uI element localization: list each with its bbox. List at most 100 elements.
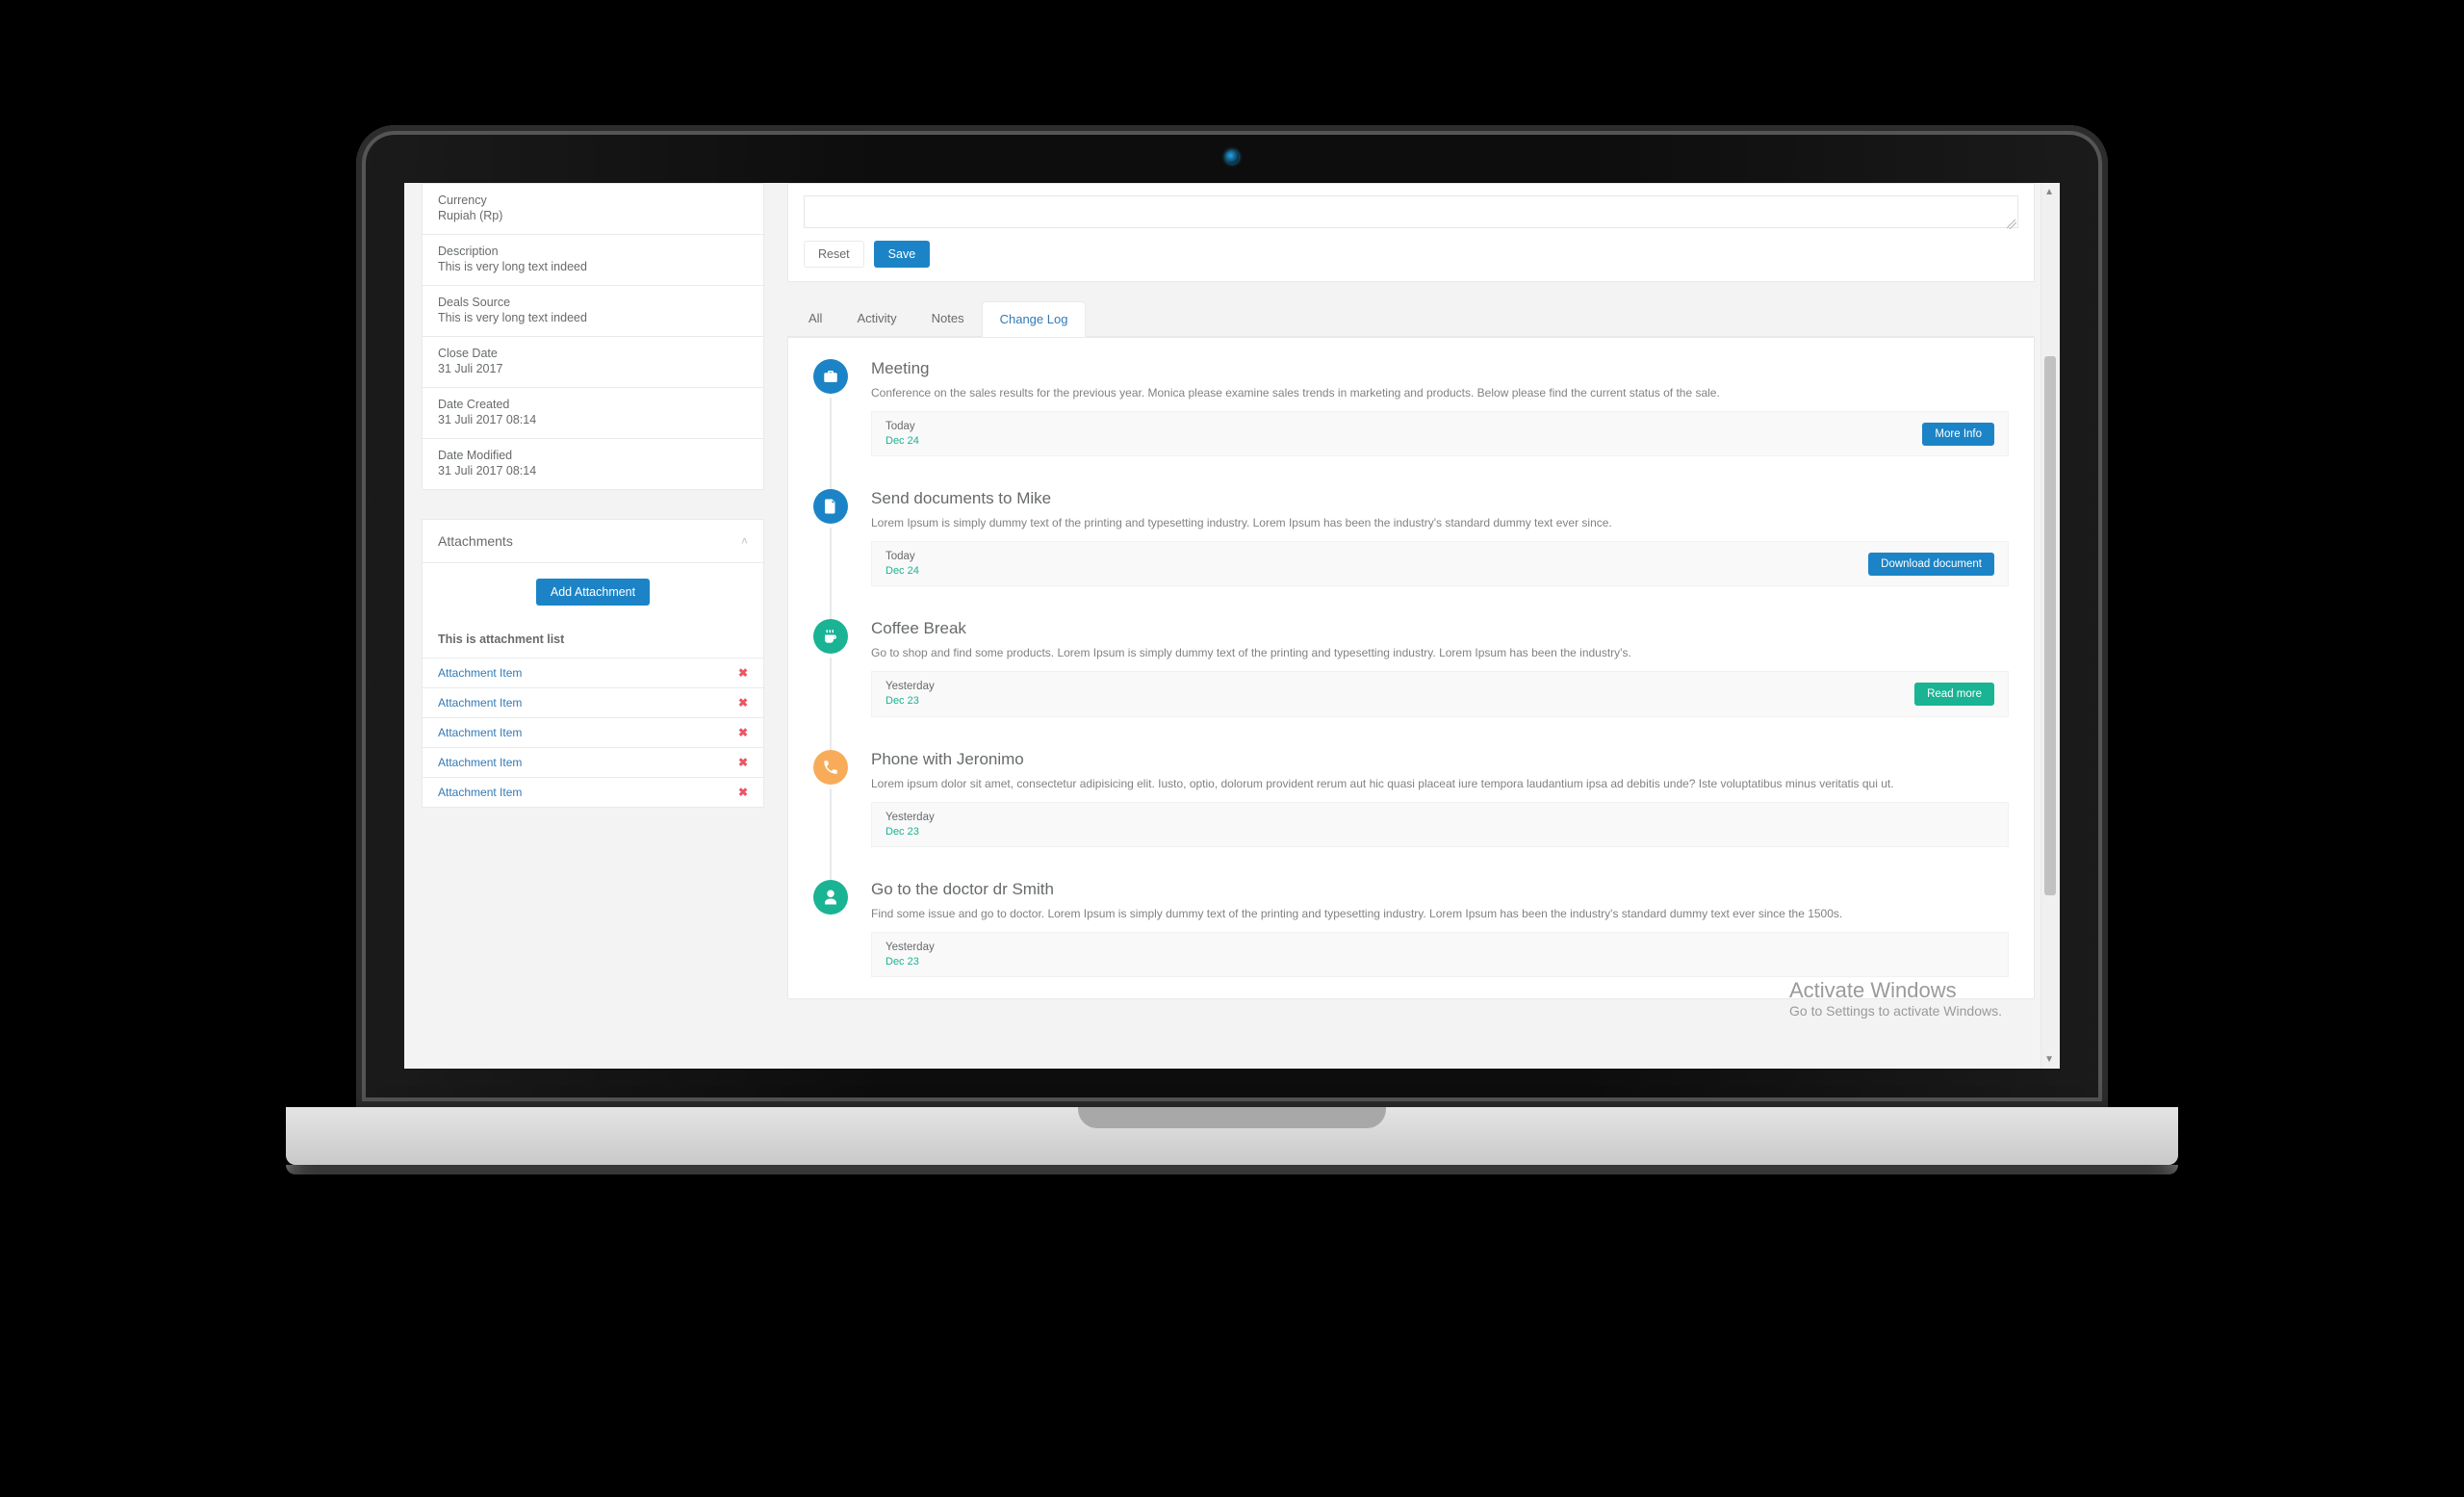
attachments-actions: Add Attachment [423,563,763,621]
info-value: Rupiah (Rp) [438,209,748,222]
timeline-when-label: Today [886,550,919,564]
timeline-when-label: Yesterday [886,941,935,955]
laptop-base [286,1107,2178,1165]
timeline-when: YesterdayDec 23 [886,680,935,708]
timeline-footer: TodayDec 24 Download document [871,541,2009,586]
delete-attachment-icon[interactable]: ✖ [738,666,748,680]
laptop-notch [1078,1107,1386,1128]
timeline-connector [830,658,832,753]
timeline-action-button[interactable]: Download document [1868,553,1994,576]
compose-textarea[interactable] [804,195,2018,228]
save-button[interactable]: Save [874,241,931,268]
delete-attachment-icon[interactable]: ✖ [738,756,748,769]
vertical-scrollbar[interactable]: ▲ ▼ [2040,183,2060,1069]
info-value: This is very long text indeed [438,260,748,273]
timeline-title: Meeting [871,359,2009,378]
laptop-foot [286,1165,2178,1174]
attachment-row: Attachment Item ✖ [423,748,763,778]
timeline-when: TodayDec 24 [886,420,919,448]
info-value: 31 Juli 2017 08:14 [438,413,748,426]
timeline-connector [830,528,832,623]
timeline-action-button[interactable]: Read more [1914,683,1994,706]
info-row: DescriptionThis is very long text indeed [423,235,763,286]
timeline-date: Dec 23 [886,955,935,968]
tab-container: AllActivityNotesChange Log Meeting Confer… [787,301,2035,999]
attachments-list-title: This is attachment list [423,621,763,658]
compose-buttons: Reset Save [804,241,2018,268]
delete-attachment-icon[interactable]: ✖ [738,726,748,739]
timeline-description: Go to shop and find some products. Lorem… [871,644,2009,661]
laptop-bezel: Currency Rupiah (Rp) DescriptionThis is ve… [356,125,2108,1107]
timeline-connector [830,788,832,884]
info-row: Deals SourceThis is very long text indee… [423,286,763,337]
info-value: 31 Juli 2017 [438,362,748,375]
delete-attachment-icon[interactable]: ✖ [738,786,748,799]
timeline-description: Lorem Ipsum is simply dummy text of the … [871,514,2009,531]
info-row: Currency Rupiah (Rp) [423,184,763,235]
attachment-link[interactable]: Attachment Item [438,666,522,680]
briefcase-icon [813,359,848,394]
attachments-list: Attachment Item✖Attachment Item✖Attachme… [423,658,763,807]
timeline-item: Coffee Break Go to shop and find some pro… [813,619,2009,716]
scrollbar-thumb[interactable] [2044,356,2056,895]
tab-activity[interactable]: Activity [839,301,913,336]
timeline-description: Find some issue and go to doctor. Lorem … [871,905,2009,922]
chevron-up-icon: ˄ [741,534,748,548]
timeline-panel: Meeting Conference on the sales results f… [787,337,2035,999]
reset-button[interactable]: Reset [804,241,864,268]
timeline-when: YesterdayDec 23 [886,811,935,839]
attachment-link[interactable]: Attachment Item [438,756,522,769]
timeline-date: Dec 24 [886,564,919,578]
tab-notes[interactable]: Notes [914,301,982,336]
scroll-up-icon[interactable]: ▲ [2044,187,2054,197]
coffee-icon [813,619,848,654]
main-column: Reset Save AllActivityNotesChange Log Me… [787,183,2042,1069]
scroll-down-icon[interactable]: ▼ [2044,1054,2054,1065]
timeline-when-label: Yesterday [886,680,935,694]
info-row: Close Date 31 Juli 2017 [423,337,763,388]
attachment-link[interactable]: Attachment Item [438,696,522,710]
left-sidebar: Currency Rupiah (Rp) DescriptionThis is ve… [422,183,764,1069]
timeline-when: YesterdayDec 23 [886,941,935,968]
info-label: Close Date [438,347,748,360]
timeline-title: Phone with Jeronimo [871,750,2009,769]
info-label: Deals Source [438,296,748,309]
info-label: Currency [438,194,748,207]
timeline-when-label: Today [886,420,919,434]
camera-dot [1225,150,1239,164]
delete-attachment-icon[interactable]: ✖ [738,696,748,710]
attachments-panel: Attachments ˄ Add Attachment This is att… [422,519,764,808]
timeline-description: Conference on the sales results for the … [871,384,2009,401]
attachment-row: Attachment Item ✖ [423,778,763,807]
screen: Currency Rupiah (Rp) DescriptionThis is ve… [404,183,2060,1069]
timeline-title: Go to the doctor dr Smith [871,880,2009,899]
attachment-link[interactable]: Attachment Item [438,726,522,739]
compose-card: Reset Save [787,183,2035,282]
info-label: Date Created [438,398,748,411]
attachment-row: Attachment Item ✖ [423,688,763,718]
timeline-title: Coffee Break [871,619,2009,638]
attachments-header[interactable]: Attachments ˄ [423,520,763,563]
timeline-description: Lorem ipsum dolor sit amet, consectetur … [871,775,2009,792]
attachment-row: Attachment Item ✖ [423,658,763,688]
timeline-title: Send documents to Mike [871,489,2009,508]
laptop-mockup: Currency Rupiah (Rp) DescriptionThis is ve… [356,125,2108,1174]
file-icon [813,489,848,524]
user-md-icon [813,880,848,915]
attachments-heading: Attachments [438,533,513,549]
add-attachment-button[interactable]: Add Attachment [536,579,650,606]
info-label: Date Modified [438,449,748,462]
timeline-item: Phone with Jeronimo Lorem ipsum dolor sit… [813,750,2009,847]
timeline-item: Go to the doctor dr Smith Find some issue… [813,880,2009,977]
timeline-action-button[interactable]: More Info [1922,423,1994,446]
timeline-when: TodayDec 24 [886,550,919,578]
tab-change-log[interactable]: Change Log [982,301,1087,337]
tabs: AllActivityNotesChange Log [787,301,2035,337]
timeline-footer: TodayDec 24 More Info [871,411,2009,456]
attachment-link[interactable]: Attachment Item [438,786,522,799]
tab-all[interactable]: All [791,301,839,336]
phone-icon [813,750,848,785]
timeline-date: Dec 23 [886,825,935,839]
timeline-footer: YesterdayDec 23 [871,802,2009,847]
timeline-when-label: Yesterday [886,811,935,825]
